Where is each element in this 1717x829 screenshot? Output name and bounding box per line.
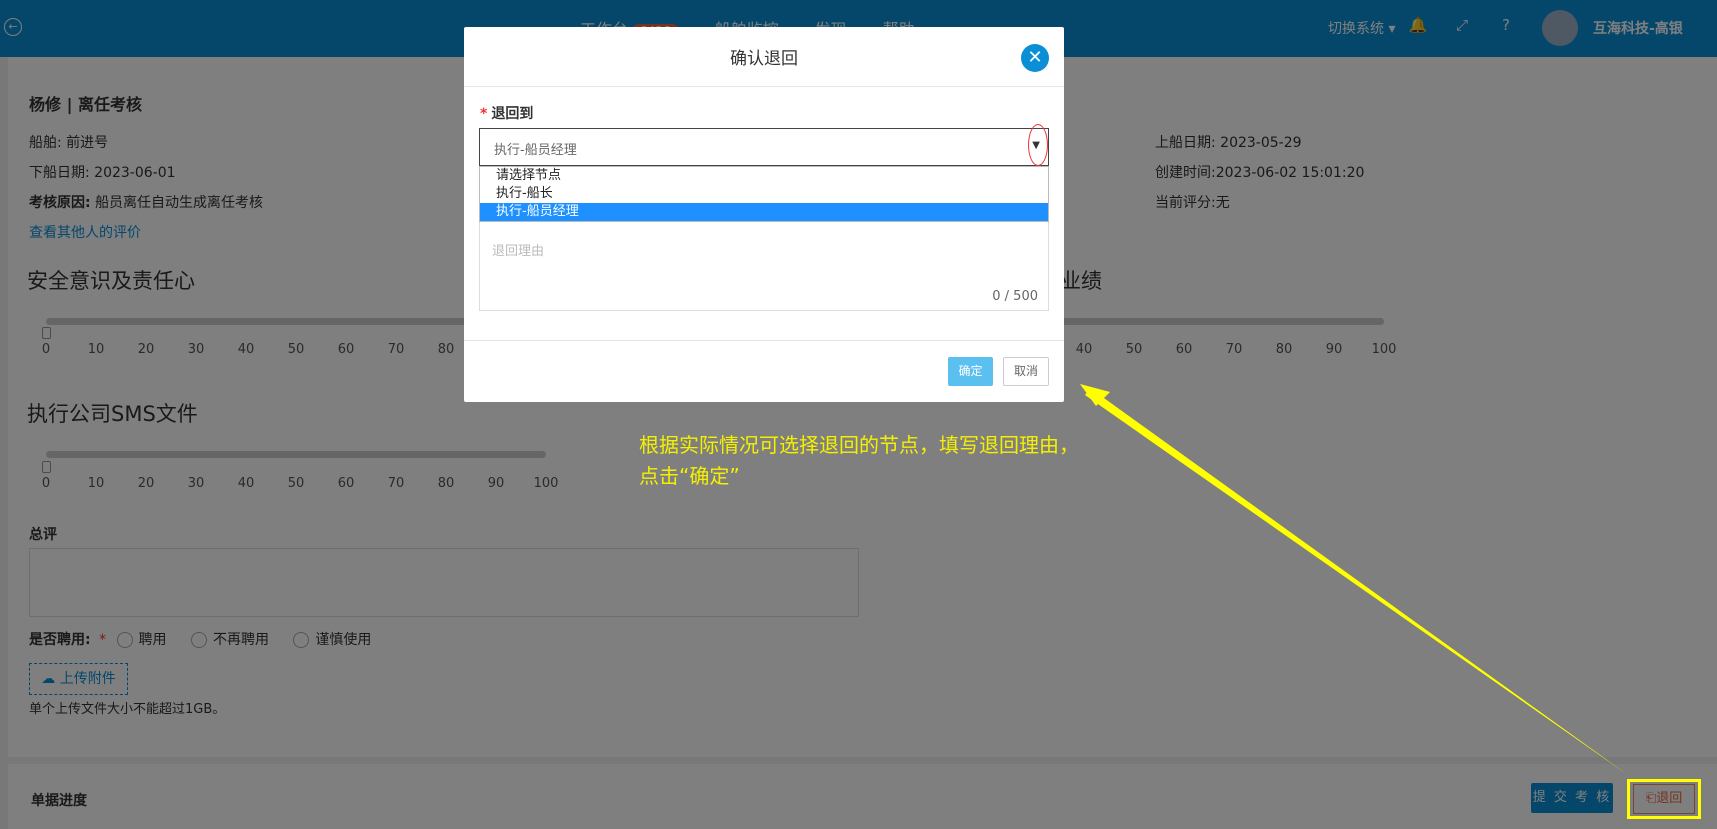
char-count: 0 / 500 <box>992 289 1038 304</box>
highlight-box <box>1627 779 1701 819</box>
required-mark: * <box>480 106 488 122</box>
reason-placeholder: 退回理由 <box>492 244 545 259</box>
return-to-label: * 退回到 <box>480 103 533 123</box>
annotation-line: 根据实际情况可选择退回的节点，填写退回理由， <box>639 433 1079 457</box>
close-icon[interactable]: ✕ <box>1021 44 1049 72</box>
confirm-return-dialog: 确认退回 ✕ * 退回到 执行-船员经理 ▼ 退回理由 0 / 500 请选择节点… <box>464 27 1064 402</box>
dropdown-option-selected[interactable]: 执行-船员经理 <box>480 203 1048 221</box>
divider <box>464 86 1064 87</box>
dropdown-option[interactable]: 请选择节点 <box>480 167 1048 185</box>
cancel-button[interactable]: 取消 <box>1003 357 1049 386</box>
annotation-line: 点击“确定” <box>639 464 740 488</box>
dropdown-option[interactable]: 执行-船长 <box>480 185 1048 203</box>
divider <box>464 340 1064 341</box>
field-label: 退回到 <box>491 106 534 122</box>
annotation-text: 根据实际情况可选择退回的节点，填写退回理由， 点击“确定” <box>639 430 1079 492</box>
select-value: 执行-船员经理 <box>494 143 577 158</box>
dialog-title: 确认退回 <box>730 49 798 69</box>
select-dropdown-list: 请选择节点 执行-船长 执行-船员经理 <box>479 166 1049 222</box>
return-node-select[interactable]: 执行-船员经理 ▼ <box>479 128 1049 166</box>
confirm-button[interactable]: 确定 <box>948 357 993 386</box>
highlight-ellipse <box>1028 124 1048 166</box>
